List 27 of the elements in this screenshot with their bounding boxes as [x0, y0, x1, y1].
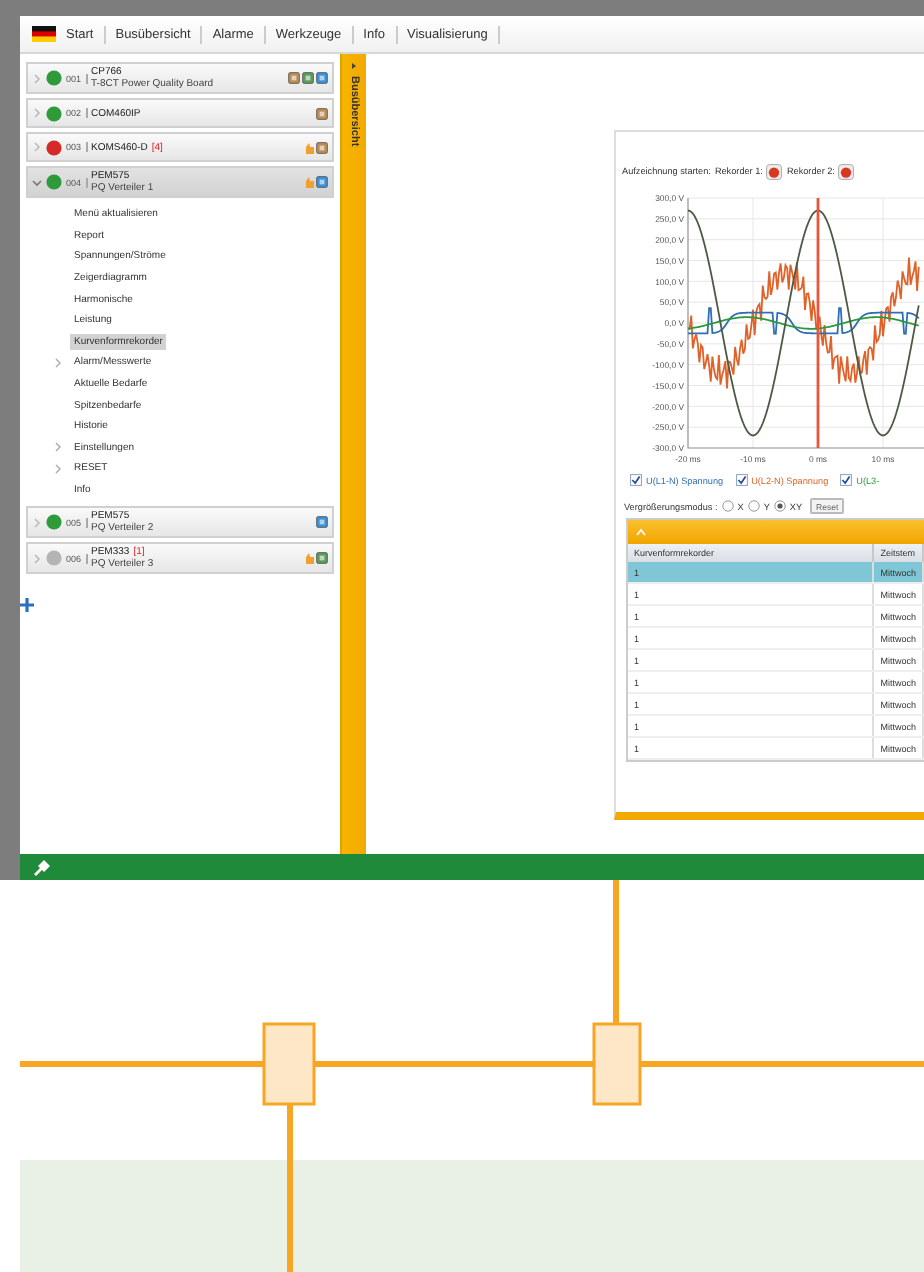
alarm-box-icon[interactable] [316, 141, 328, 153]
chevron-down-icon[interactable] [32, 177, 42, 187]
info-box-icon[interactable] [316, 72, 328, 84]
hand-icon [304, 176, 314, 188]
info-box-icon[interactable] [316, 516, 328, 529]
checked-checkbox[interactable] [735, 474, 748, 486]
hand-icon [304, 552, 314, 565]
radio-button[interactable] [721, 500, 734, 512]
chevron-right-icon[interactable] [350, 62, 358, 70]
chevron-right-icon[interactable] [54, 442, 62, 453]
record-button[interactable] [766, 163, 783, 179]
alarm-box-icon[interactable] [316, 107, 328, 119]
alarm-box-icon[interactable] [288, 72, 300, 84]
radio-button[interactable] [773, 500, 786, 512]
chevron-right-icon[interactable] [54, 463, 62, 474]
ok-box-icon[interactable] [316, 552, 328, 565]
hand-icon [304, 141, 314, 153]
info-box-icon[interactable] [316, 176, 328, 188]
plug-icon[interactable] [32, 858, 52, 876]
ok-box-icon[interactable] [302, 72, 314, 84]
plus-icon[interactable] [20, 598, 34, 613]
checked-checkbox[interactable] [840, 474, 853, 486]
record-button[interactable] [838, 163, 855, 179]
chevron-right-icon[interactable] [54, 357, 62, 368]
checked-checkbox[interactable] [630, 474, 642, 486]
flag-icon [32, 26, 56, 42]
radio-button[interactable] [747, 500, 760, 512]
